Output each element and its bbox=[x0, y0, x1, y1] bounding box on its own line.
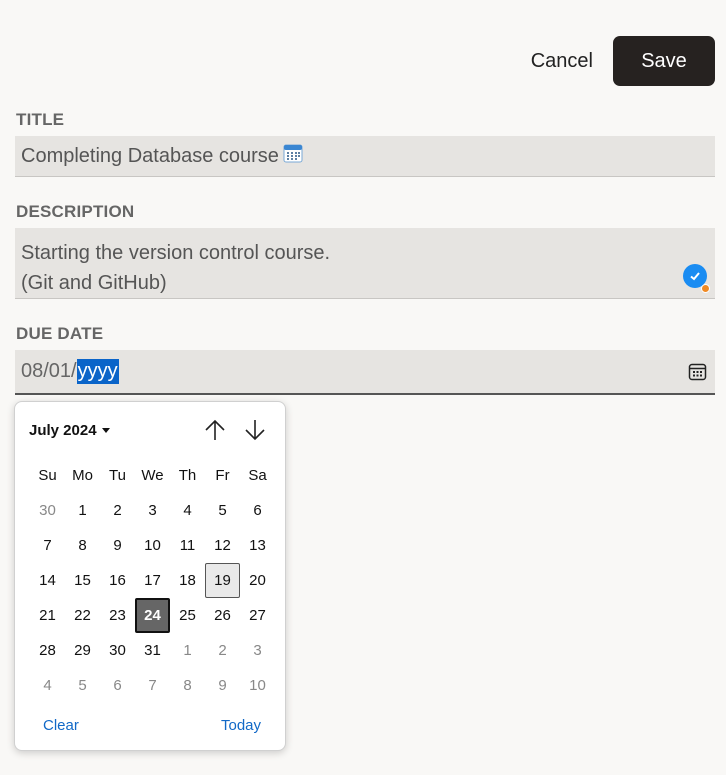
calendar-day-hovered[interactable]: 19 bbox=[205, 563, 240, 598]
status-dot-icon bbox=[701, 284, 710, 293]
calendar-day[interactable]: 31 bbox=[135, 633, 170, 668]
calendar-day[interactable]: 25 bbox=[170, 598, 205, 633]
weekday-header: Sa bbox=[248, 467, 267, 484]
calendar-day[interactable]: 21 bbox=[30, 598, 65, 633]
description-field[interactable]: Starting the version control course. (Gi… bbox=[15, 228, 715, 299]
top-actions: Cancel Save bbox=[511, 36, 715, 86]
date-year-selection: yyyy bbox=[76, 359, 119, 384]
calendar-day[interactable]: 6 bbox=[240, 493, 275, 528]
weekday-header: Su bbox=[38, 467, 57, 484]
calendar-day[interactable]: 14 bbox=[30, 563, 65, 598]
calendar-day[interactable]: 16 bbox=[100, 563, 135, 598]
calendar-day[interactable]: 29 bbox=[65, 633, 100, 668]
caret-down-icon bbox=[101, 428, 110, 433]
arrow-down-icon[interactable] bbox=[244, 418, 266, 447]
today-button[interactable]: Today bbox=[221, 717, 261, 734]
month-year-button[interactable]: July 2024 bbox=[29, 422, 110, 439]
calendar-day[interactable]: 7 bbox=[135, 668, 170, 703]
calendar-day-selected[interactable]: 24 bbox=[135, 598, 170, 633]
date-picker-popup: July 2024 Su Mo Tu We Th Fr Sa 30 1 2 3 4 5 6 7 8 9 10 11 1… bbox=[14, 401, 286, 751]
calendar-day[interactable]: 28 bbox=[30, 633, 65, 668]
calendar-day[interactable]: 3 bbox=[240, 633, 275, 668]
calendar-day[interactable]: 2 bbox=[100, 493, 135, 528]
calendar-day[interactable]: 4 bbox=[170, 493, 205, 528]
calendar-day[interactable]: 4 bbox=[30, 668, 65, 703]
calendar-day[interactable]: 26 bbox=[205, 598, 240, 633]
description-line: Starting the version control course. bbox=[21, 242, 331, 264]
calendar-day[interactable]: 22 bbox=[65, 598, 100, 633]
calendar-day[interactable]: 23 bbox=[100, 598, 135, 633]
calendar-day[interactable]: 7 bbox=[30, 528, 65, 563]
description-label: DESCRIPTION bbox=[16, 202, 135, 221]
weekday-header: Th bbox=[178, 467, 197, 484]
arrow-up-icon[interactable] bbox=[204, 418, 226, 447]
calendar-day[interactable]: 20 bbox=[240, 563, 275, 598]
weekday-header: Mo bbox=[72, 467, 93, 484]
calendar-day[interactable]: 30 bbox=[100, 633, 135, 668]
calendar-day[interactable]: 17 bbox=[135, 563, 170, 598]
date-prefix: 08/01/ bbox=[21, 360, 77, 382]
calendar-day[interactable]: 5 bbox=[65, 668, 100, 703]
month-label: July 2024 bbox=[29, 422, 97, 439]
calendar-icon[interactable] bbox=[688, 362, 707, 387]
calendar-day[interactable]: 2 bbox=[205, 633, 240, 668]
calendar-grid: Su Mo Tu We Th Fr Sa 30 1 2 3 4 5 6 7 8 9 10 11 12 13 14 15 16 1… bbox=[30, 458, 275, 703]
calendar-day[interactable]: 27 bbox=[240, 598, 275, 633]
due-date-field[interactable]: 08/01/yyyy bbox=[15, 350, 715, 395]
calendar-day[interactable]: 10 bbox=[135, 528, 170, 563]
calendar-day[interactable]: 5 bbox=[205, 493, 240, 528]
calendar-day[interactable]: 11 bbox=[170, 528, 205, 563]
calendar-day[interactable]: 15 bbox=[65, 563, 100, 598]
calendar-day[interactable]: 6 bbox=[100, 668, 135, 703]
calendar-day[interactable]: 12 bbox=[205, 528, 240, 563]
due-date-label: DUE DATE bbox=[16, 324, 104, 343]
calendar-day[interactable]: 9 bbox=[205, 668, 240, 703]
calendar-day[interactable]: 13 bbox=[240, 528, 275, 563]
calendar-day[interactable]: 30 bbox=[30, 493, 65, 528]
title-value: Completing Database course bbox=[21, 144, 279, 167]
calendar-day[interactable]: 8 bbox=[65, 528, 100, 563]
cancel-button[interactable]: Cancel bbox=[511, 36, 613, 86]
calendar-day[interactable]: 9 bbox=[100, 528, 135, 563]
calendar-day[interactable]: 1 bbox=[170, 633, 205, 668]
description-line: (Git and GitHub) bbox=[21, 272, 167, 294]
calendar-day[interactable]: 10 bbox=[240, 668, 275, 703]
weekday-header: Fr bbox=[215, 467, 230, 484]
calendar-day[interactable]: 18 bbox=[170, 563, 205, 598]
title-label: TITLE bbox=[16, 110, 65, 129]
calendar-day[interactable]: 1 bbox=[65, 493, 100, 528]
clear-button[interactable]: Clear bbox=[43, 717, 79, 734]
calendar-day[interactable]: 8 bbox=[170, 668, 205, 703]
weekday-header: Tu bbox=[109, 467, 126, 484]
calendar-emoji-icon bbox=[283, 143, 303, 169]
weekday-header: We bbox=[141, 467, 164, 484]
title-field[interactable]: Completing Database course bbox=[15, 136, 715, 177]
save-button[interactable]: Save bbox=[613, 36, 715, 86]
calendar-day[interactable]: 3 bbox=[135, 493, 170, 528]
